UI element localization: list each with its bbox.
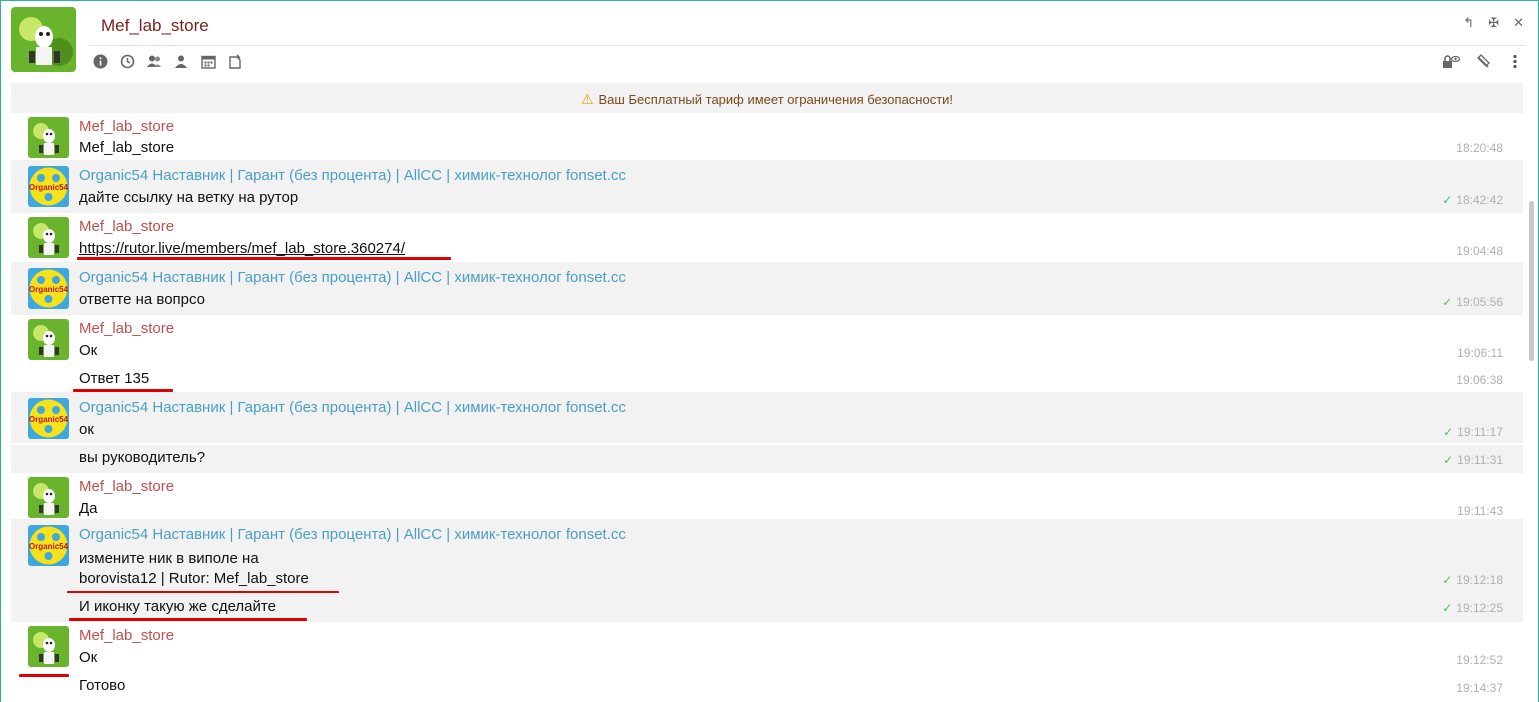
delivered-check-icon: ✓ — [1442, 573, 1453, 587]
message-text: Готово — [79, 677, 126, 694]
header-divider — [89, 45, 1526, 46]
message-text: Ок — [79, 342, 98, 359]
message-time: 19:06:11 — [1457, 346, 1503, 360]
message-item[interactable]: вы руководитель? ✓ 19:11:31 — [11, 445, 1523, 471]
message-author[interactable]: Organic54 Наставник | Гарант (без процен… — [79, 269, 626, 286]
sender-avatar[interactable] — [28, 117, 69, 158]
sender-avatar[interactable]: Organic54 — [28, 268, 69, 309]
group-icon[interactable] — [145, 52, 163, 70]
chat-toolbar — [91, 52, 244, 70]
message-text: вы руководитель? — [79, 449, 206, 466]
svg-text:Organic54: Organic54 — [29, 542, 69, 551]
restore-icon[interactable]: ↰ — [1463, 15, 1474, 31]
pin-icon[interactable]: ✠ — [1488, 15, 1499, 31]
message-item[interactable]: Mef_lab_store Ок 19:12:52 Готово 19:14:3… — [11, 622, 1523, 702]
header-right-tools — [1442, 52, 1524, 70]
message-item[interactable]: Organic54 Organic54 Наставник | Гарант (… — [11, 264, 1523, 313]
message-item[interactable]: Organic54 Organic54 Наставник | Гарант (… — [11, 162, 1523, 211]
message-item[interactable]: Mef_lab_store Ок 19:06:11 Ответ 135 19:0… — [11, 315, 1523, 392]
svg-text:Organic54: Organic54 — [29, 285, 69, 294]
delivered-check-icon: ✓ — [1442, 193, 1453, 207]
lock-eye-icon[interactable] — [1442, 52, 1460, 70]
message-item[interactable]: Mef_lab_store Mef_lab_store 18:20:48 — [11, 113, 1523, 160]
contacts-icon[interactable] — [172, 52, 190, 70]
clear-icon[interactable] — [1474, 52, 1492, 70]
message-time: ✓ 19:11:31 — [1443, 453, 1503, 467]
security-warning-banner: ⚠ Ваш Бесплатный тариф имеет ограничения… — [11, 85, 1523, 113]
message-author[interactable]: Mef_lab_store — [79, 478, 174, 495]
message-item[interactable]: И иконку такую же сделайте ✓ 19:12:25 — [11, 593, 1523, 621]
message-time: ✓ 19:11:17 — [1443, 425, 1503, 439]
message-item[interactable]: Mef_lab_store Да 19:11:43 — [11, 473, 1523, 519]
message-text: ок — [79, 421, 94, 438]
message-time: ✓ 18:42:42 — [1442, 193, 1503, 207]
message-text: Ответ 135 — [79, 370, 150, 387]
contact-avatar[interactable] — [11, 7, 76, 72]
info-icon[interactable] — [91, 52, 109, 70]
message-author[interactable]: Organic54 Наставник | Гарант (без процен… — [79, 526, 626, 543]
chat-window: Mef_lab_store ↰ ✠ ✕ ⚠ Ваш Бесплатный тар… — [0, 0, 1539, 702]
message-link[interactable]: https://rutor.live/members/mef_lab_store… — [79, 239, 405, 259]
sender-avatar[interactable]: Organic54 — [28, 525, 69, 566]
message-item[interactable]: Mef_lab_store https://rutor.live/members… — [11, 213, 1523, 262]
message-list[interactable]: ⚠ Ваш Бесплатный тариф имеет ограничения… — [11, 83, 1523, 702]
message-time: 18:20:48 — [1456, 141, 1503, 155]
red-underline-annotation — [69, 618, 307, 621]
message-author[interactable]: Mef_lab_store — [79, 118, 174, 135]
message-author[interactable]: Mef_lab_store — [79, 218, 174, 235]
more-icon[interactable] — [1506, 52, 1524, 70]
delivered-check-icon: ✓ — [1442, 295, 1453, 309]
red-underline-annotation — [73, 389, 173, 392]
message-time: 19:12:52 — [1456, 653, 1503, 667]
delivered-check-icon: ✓ — [1443, 453, 1454, 467]
contact-name: Mef_lab_store — [101, 16, 209, 35]
message-time: 19:11:43 — [1457, 504, 1503, 518]
sender-avatar[interactable]: Organic54 — [28, 166, 69, 207]
sender-avatar[interactable] — [28, 319, 69, 360]
svg-text:Organic54: Organic54 — [29, 415, 69, 424]
message-author[interactable]: Organic54 Наставник | Гарант (без процен… — [79, 167, 626, 184]
sender-avatar[interactable] — [28, 477, 69, 518]
delivered-check-icon: ✓ — [1443, 425, 1454, 439]
message-author[interactable]: Mef_lab_store — [79, 627, 174, 644]
note-icon[interactable] — [226, 52, 244, 70]
message-time: 19:14:37 — [1456, 681, 1503, 695]
message-time: 19:04:48 — [1456, 244, 1503, 258]
calendar-icon[interactable] — [199, 52, 217, 70]
message-time: ✓ 19:12:18 — [1442, 573, 1503, 587]
message-text: И иконку такую же сделайте — [79, 598, 276, 615]
svg-text:Organic54: Organic54 — [29, 183, 69, 192]
message-item[interactable]: Organic54 Organic54 Наставник | Гарант (… — [11, 521, 1523, 594]
scrollbar-thumb[interactable] — [1529, 201, 1534, 361]
message-author[interactable]: Organic54 Наставник | Гарант (без процен… — [79, 399, 626, 416]
message-time: ✓ 19:05:56 — [1442, 295, 1503, 309]
message-text: Да — [79, 500, 98, 517]
message-time: ✓ 19:12:25 — [1442, 601, 1503, 615]
window-controls: ↰ ✠ ✕ — [1463, 15, 1524, 31]
sender-avatar[interactable] — [28, 217, 69, 258]
sender-avatar[interactable]: Organic54 — [28, 398, 69, 439]
warning-icon: ⚠ — [580, 90, 594, 107]
message-text: borovista12 | Rutor: Mef_lab_store — [79, 570, 309, 587]
close-icon[interactable]: ✕ — [1513, 15, 1524, 31]
sender-avatar[interactable] — [28, 626, 69, 667]
message-text: Ок — [79, 649, 98, 666]
message-text: ответте на вопрсо — [79, 291, 206, 308]
red-underline-annotation — [19, 674, 69, 677]
delivered-check-icon: ✓ — [1442, 601, 1453, 615]
message-author[interactable]: Mef_lab_store — [79, 320, 174, 337]
chat-header: Mef_lab_store ↰ ✠ ✕ — [1, 1, 1538, 83]
red-underline-annotation — [77, 257, 451, 260]
message-text: Mef_lab_store — [79, 139, 175, 156]
warning-text: Ваш Бесплатный тариф имеет ограничения б… — [598, 91, 954, 107]
message-text: измените ник в виполе на — [79, 550, 259, 567]
history-icon[interactable] — [118, 52, 136, 70]
message-text: дайте ссылку на ветку на рутор — [79, 189, 299, 206]
message-time: 19:06:38 — [1456, 373, 1503, 387]
